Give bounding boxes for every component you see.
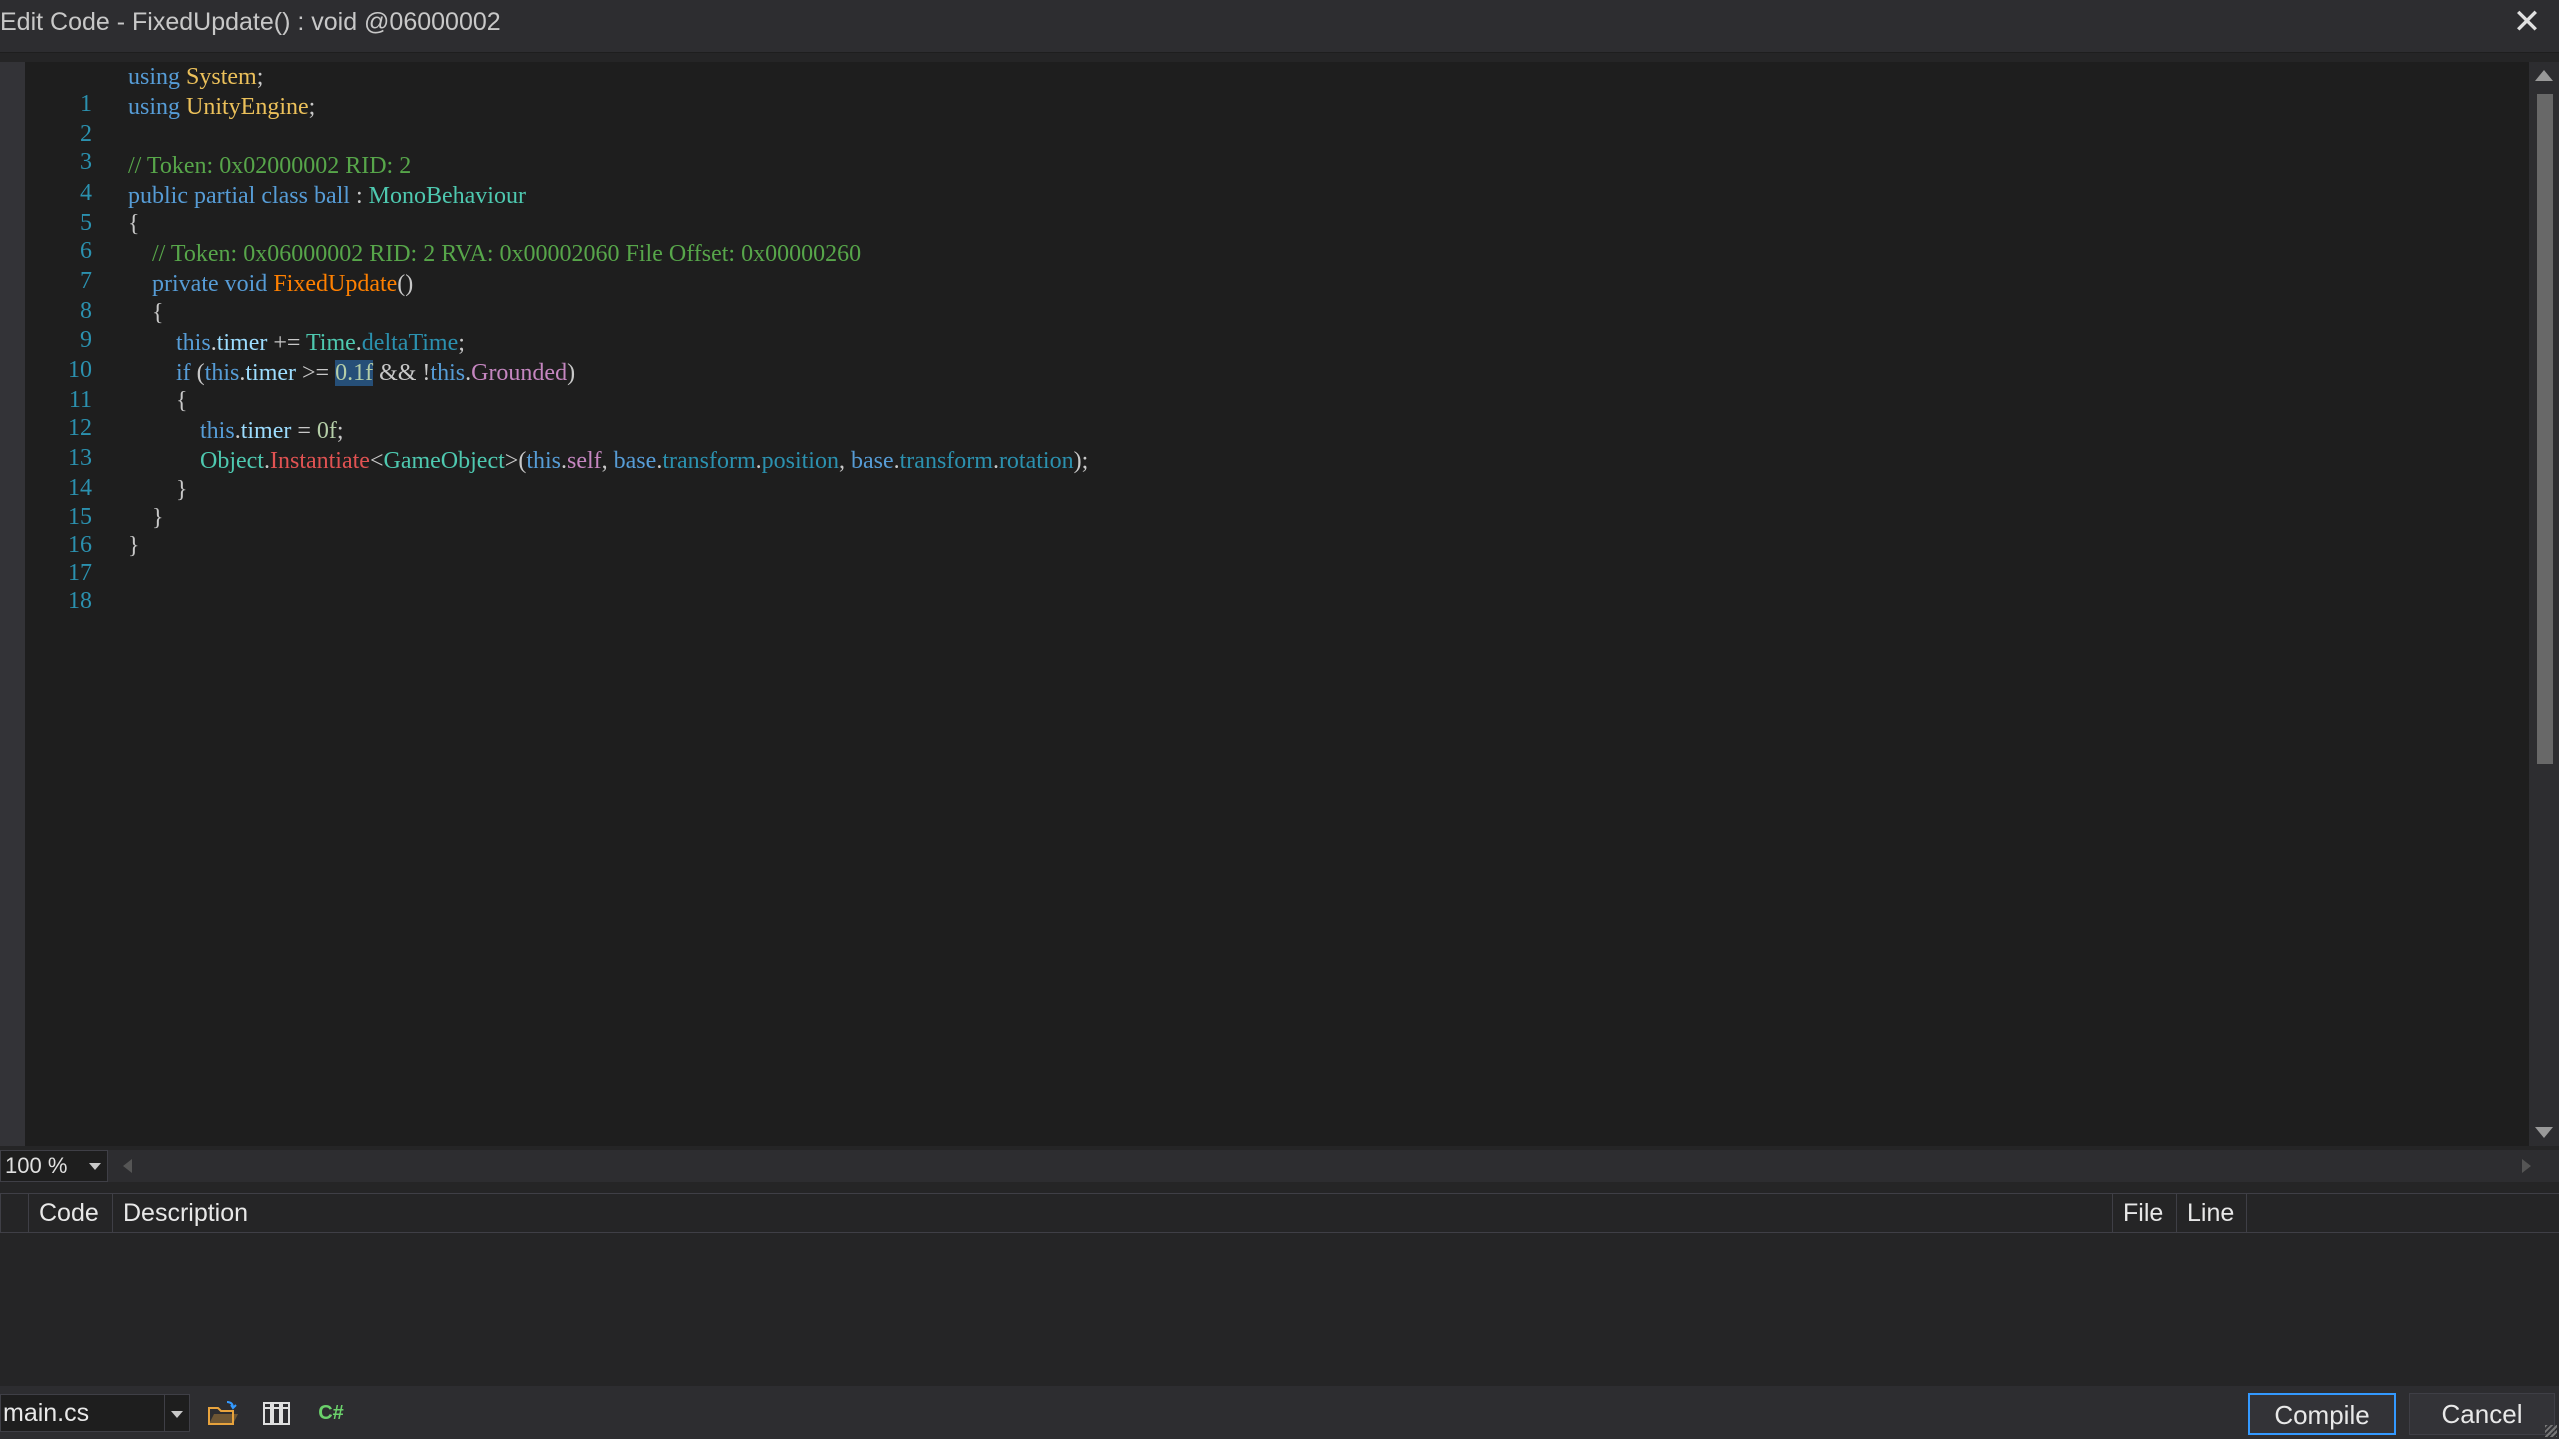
code-line: 14 Object.Instantiate<GameObject>(this.s…: [0, 448, 2529, 501]
code-line: 4 // Token: 0x02000002 RID: 2: [0, 152, 2529, 206]
code-line: 6 {: [0, 210, 2529, 264]
file-selector-divider: [164, 1395, 165, 1431]
code-editor[interactable]: 1 using System; 2 using UnityEngine; 3 4…: [0, 62, 2529, 1146]
zoom-dropdown[interactable]: 100 %: [0, 1150, 108, 1182]
line-text: {: [128, 299, 164, 326]
code-line: 15 }: [0, 476, 2529, 530]
line-text: }: [128, 533, 140, 559]
line-text: {: [128, 210, 140, 237]
code-line: 5 public partial class ball : MonoBehavi…: [0, 182, 2529, 236]
line-text: private void FixedUpdate(): [152, 271, 414, 298]
line-text: public partial class ball : MonoBehaviou…: [128, 182, 526, 209]
line-text: this.timer = 0f;: [200, 418, 344, 445]
file-name: main.cs: [3, 1399, 90, 1427]
column-file[interactable]: File: [2112, 1194, 2176, 1232]
csharp-icon[interactable]: C#: [313, 1396, 349, 1430]
column-line[interactable]: Line: [2176, 1194, 2246, 1232]
scroll-down-icon[interactable]: [2535, 1127, 2553, 1138]
zoom-value: 100 %: [5, 1153, 68, 1178]
column-code[interactable]: Code: [28, 1194, 112, 1232]
chevron-down-icon[interactable]: [89, 1163, 101, 1170]
code-line: 11 if (this.timer >= 0.1f && !this.Groun…: [0, 359, 2529, 413]
compile-button[interactable]: Compile: [2248, 1393, 2396, 1435]
line-text: Object.Instantiate<GameObject>(this.self…: [200, 448, 1089, 475]
scroll-left-icon[interactable]: [123, 1159, 132, 1173]
code-lines[interactable]: 1 using System; 2 using UnityEngine; 3 4…: [0, 62, 2529, 614]
code-line: 9 {: [0, 299, 2529, 353]
file-selector[interactable]: main.cs: [0, 1394, 190, 1432]
line-text: }: [128, 504, 164, 531]
column-icon[interactable]: [0, 1194, 28, 1232]
title-bar: Edit Code - FixedUpdate() : void @060000…: [0, 0, 2559, 53]
code-line: 16 }: [0, 504, 2529, 558]
references-icon[interactable]: [259, 1396, 295, 1430]
line-text: this.timer += Time.deltaTime;: [176, 329, 465, 356]
line-number: 18: [68, 588, 92, 615]
error-list: Code Description File Line: [0, 1193, 2559, 1383]
code-line: 10 this.timer += Time.deltaTime;: [0, 329, 2529, 383]
resize-grip[interactable]: [2545, 1425, 2557, 1437]
line-text: using UnityEngine;: [128, 94, 316, 121]
code-line: 8 private void FixedUpdate(): [0, 271, 2529, 324]
close-button[interactable]: ✕: [2505, 2, 2549, 42]
open-folder-icon[interactable]: [205, 1396, 241, 1430]
chevron-down-icon[interactable]: [171, 1411, 183, 1418]
horizontal-bar: 100 %: [0, 1150, 2559, 1182]
column-description[interactable]: Description: [112, 1194, 2112, 1232]
code-line: 12 {: [0, 388, 2529, 441]
line-text: }: [128, 476, 188, 503]
error-list-header: Code Description File Line: [0, 1193, 2559, 1233]
code-line: 7 // Token: 0x06000002 RID: 2 RVA: 0x000…: [0, 241, 2529, 294]
line-text: {: [128, 388, 188, 415]
code-line: 13 this.timer = 0f;: [0, 418, 2529, 471]
column-filler: [2246, 1194, 2559, 1232]
code-line: 17 }: [0, 533, 2529, 586]
bottom-toolbar: main.cs C# Compile Cancel: [0, 1386, 2559, 1439]
vertical-scrollbar[interactable]: [2529, 62, 2559, 1146]
code-line: 1 using System;: [0, 64, 2529, 117]
scroll-up-icon[interactable]: [2535, 70, 2553, 81]
scroll-thumb[interactable]: [2537, 94, 2553, 764]
code-line: 2 using UnityEngine;: [0, 94, 2529, 147]
line-text: if (this.timer >= 0.1f && !this.Grounded…: [176, 359, 576, 386]
code-line: 3: [0, 122, 2529, 175]
window-title: Edit Code - FixedUpdate() : void @060000…: [0, 8, 501, 36]
line-text: // Token: 0x02000002 RID: 2: [128, 152, 412, 179]
cancel-button[interactable]: Cancel: [2409, 1393, 2555, 1435]
scroll-right-icon[interactable]: [2522, 1159, 2531, 1173]
line-text: // Token: 0x06000002 RID: 2 RVA: 0x00002…: [128, 241, 862, 268]
selected-text: 0.1f: [335, 359, 374, 386]
line-text: using System;: [128, 64, 264, 90]
code-line: 18: [0, 561, 2529, 614]
